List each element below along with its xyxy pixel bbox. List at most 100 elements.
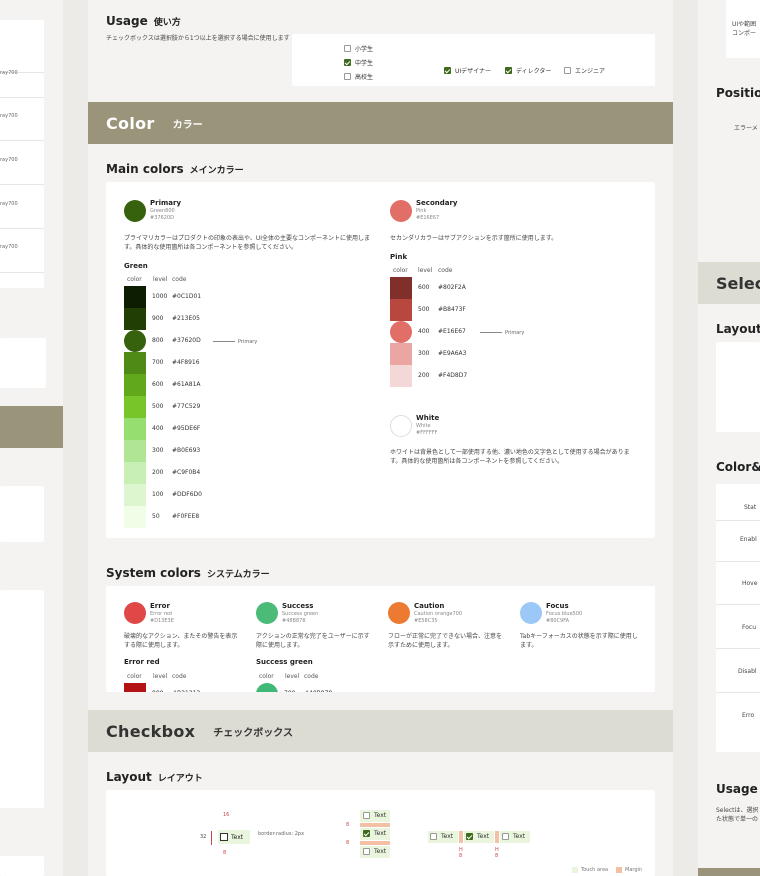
swatch-level: 200 [152,469,164,476]
error-red-level: 800 [152,690,163,692]
swatch-row: 50 #F0FEE8 [124,506,284,528]
swatch-level: 1000 [152,293,168,300]
left-cell: ray700 [0,157,18,163]
swatch [124,286,146,308]
pink-title: Pink [390,253,408,261]
left-cell: ray700 [0,244,18,250]
swatch-row: 600 #61A81A [124,374,284,396]
system-sub: Caution orange700 [414,611,463,617]
legend-margin-label: Margin [625,867,643,873]
state-disabled: Disabl [738,668,757,675]
swatch [124,418,146,440]
swatch-row: 400 #95DE6F [124,418,284,440]
checkbox-item[interactable]: UIデザイナー [444,66,491,75]
swatch-level: 400 [418,328,430,335]
system-name: Error [150,602,170,610]
col-header-level: level [418,267,433,274]
left-column: ray700 ray700 ray700 ray700 ray700 [0,0,63,876]
success-green-code: #40B878 [304,690,332,692]
swatch [124,396,146,418]
system-hex: #D13E3E [150,618,174,624]
swatch-code: #DDF6D0 [172,491,202,498]
layout-card: 16 32 Text 8 border-radius: 2px Text 8 T… [106,790,655,876]
checkbox-checked[interactable] [344,59,351,66]
checkbox-unchecked[interactable] [564,67,571,74]
primary-swatch [124,200,146,222]
primary-sub: Green800 [150,208,175,214]
col-header-color: color [127,673,142,680]
system-desc: フローが正常に完了できない場合、注意を示すために使用します。 [388,633,503,649]
dim-8: 8 [495,853,499,859]
swatch-row: 900 #213E05 [124,308,284,330]
right-top-text: UIや範囲コンポー [732,21,757,37]
system-swatch [124,602,146,624]
right-state-table: Stat Enabl Hove Focu Disabl Erro [716,484,760,752]
col-header-level: level [153,673,168,680]
left-band [0,406,63,448]
swatch-code: #E9A6A3 [438,350,467,357]
swatch-level: 600 [152,381,164,388]
checkbox-item[interactable]: エンジニア [564,66,605,75]
swatch-row: 1000 #0C1D01 [124,286,284,308]
system-colors-card: Error Error red #D13E3E 破壊的なアクション、またその警告を表示… [106,586,655,692]
swatch-level: 900 [152,315,164,322]
usage-title: Usage 使い方 [106,14,181,28]
checkbox-unchecked[interactable] [344,73,351,80]
checkbox-checked[interactable] [505,67,512,74]
state-enabled: Enabl [740,536,757,543]
white-desc: ホワイトは背景色として一部使用する他、濃い地色の文字色として使用する場合がありま… [390,449,630,465]
green-title: Green [124,262,148,270]
system-swatch [256,602,278,624]
primary-hex: #37620D [150,215,174,221]
main-colors-title: Main colors メインカラー [106,162,244,176]
checkbox-item[interactable]: 高校生 [344,72,373,81]
main-colors-card: Primary Green800 #37620D プライマリカラーはプロダクトの… [106,182,655,538]
swatch [124,440,146,462]
checkbox-checked[interactable] [444,67,451,74]
checkbox-item[interactable]: 小学生 [344,44,373,53]
dim-line [211,831,212,845]
swatch-code: #4F8916 [172,359,200,366]
swatch [124,506,146,528]
left-card [0,338,46,388]
swatch [390,365,412,387]
left-card [0,856,44,876]
swatch-level: 500 [152,403,164,410]
row-item: Text [430,833,453,840]
dim-8: 8 [346,840,350,846]
left-cell: ray700 [0,70,18,76]
checkbox-item[interactable]: ディレクター [505,66,551,75]
swatch-row: 800 #37620D [124,330,284,352]
right-band [698,868,760,876]
white-sub: White [416,423,431,429]
swatch [390,343,412,365]
margin-area [459,831,463,843]
white-name: White [416,414,440,422]
system-desc: 破壊的なアクション、またその警告を表示する際に使用します。 [124,633,238,649]
system-swatch [520,602,542,624]
system-name: Focus [546,602,569,610]
swatch-code: #61A81A [172,381,201,388]
swatch-level: 800 [152,337,164,344]
swatch-row: 400 #E16E67 [390,321,550,343]
swatch-code: #0C1D01 [172,293,202,300]
primary-pointer-line [213,341,235,342]
secondary-desc: セカンダリカラーはサブアクションを示す箇所に使用します。 [390,235,558,242]
swatch [124,308,146,330]
swatch-level: 50 [152,513,160,520]
checkbox-item[interactable]: 中学生 [344,58,373,67]
spec-text: Text [231,834,244,841]
left-cell: ray700 [0,113,18,119]
secondary-name: Secondary [416,199,458,207]
success-green-swatch [256,683,278,692]
system-hex: #80C9FA [546,618,570,624]
system-swatch [388,602,410,624]
system-sub: Success green [282,611,319,617]
right-select-band: Selec [698,262,760,304]
system-sub: Focus blue500 [546,611,583,617]
dim-32: 32 [200,834,207,840]
right-column: UIや範囲コンポー Position エラーメ Selec Layout Col… [698,0,760,876]
swatch-level: 200 [418,372,430,379]
swatch-code: #95DE6F [172,425,201,432]
checkbox-unchecked[interactable] [344,45,351,52]
